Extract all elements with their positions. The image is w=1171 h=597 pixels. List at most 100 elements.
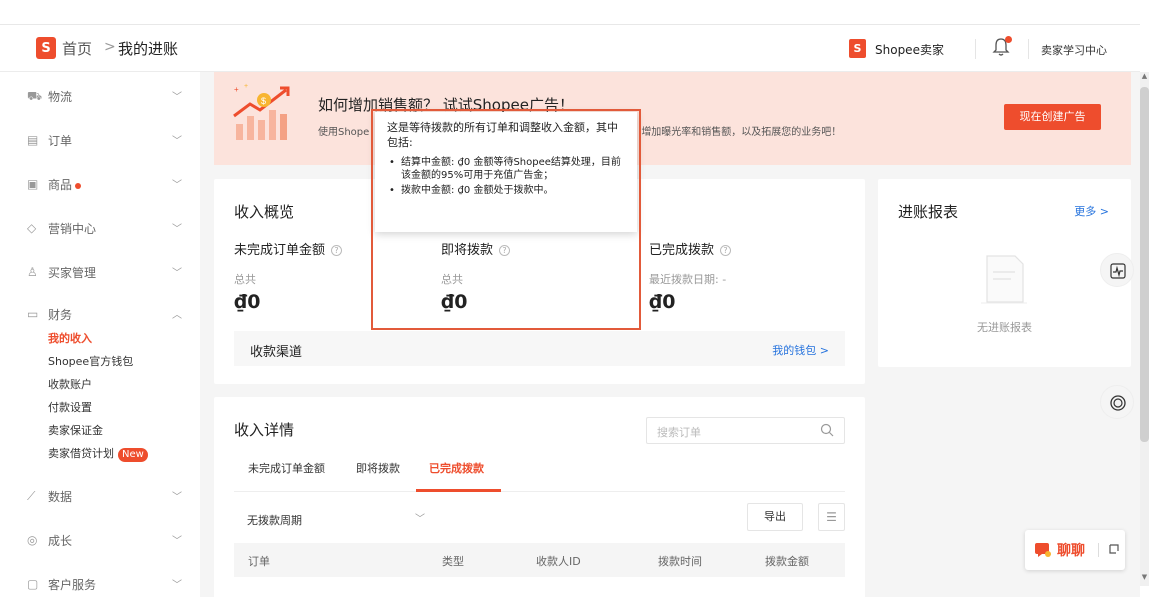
chevron-down-icon: ﹀: [172, 224, 182, 235]
sidebar-item-label: 客户服务: [48, 578, 97, 592]
sidebar-item-label: 数据: [48, 490, 73, 504]
sidebar-item-label: 营销中心: [48, 222, 97, 236]
notification-dot: [1005, 36, 1012, 43]
details-tabs: 未完成订单金额 即将拨款 已完成拨款: [234, 452, 845, 492]
pulse-icon: [1110, 263, 1126, 279]
col-payout-time: 拨款时间: [658, 555, 702, 568]
search-input[interactable]: 搜索订单: [646, 417, 845, 444]
export-button[interactable]: 导出: [747, 503, 803, 531]
box-icon: ▣: [27, 177, 39, 191]
chevron-down-icon: ﹀: [172, 92, 182, 103]
column-title: 已完成拨款: [649, 243, 715, 258]
create-ad-button[interactable]: 现在创建广告: [1004, 104, 1101, 130]
overview-title: 收入概览: [234, 203, 295, 221]
sidebar-item-customer-service[interactable]: ▢ 客户服务 ﹀: [0, 570, 200, 597]
scroll-down-arrow[interactable]: ▼: [1140, 573, 1149, 587]
medal-icon: ◎: [27, 533, 38, 547]
sidebar-item-logistics[interactable]: ⛟ 物流 ﹀: [0, 82, 200, 110]
seller-label[interactable]: Shopee卖家: [875, 41, 944, 58]
sidebar-sub-shopee-wallet[interactable]: Shopee官方钱包: [48, 353, 133, 369]
search-icon[interactable]: [820, 423, 834, 437]
sidebar-item-products[interactable]: ▣ 商品 ﹀: [0, 170, 200, 198]
activity-widget-button[interactable]: [1100, 253, 1134, 287]
sidebar-item-marketing[interactable]: ◇ 营销中心 ﹀: [0, 214, 200, 242]
sidebar-sub-seller-deposit[interactable]: 卖家保证金: [48, 422, 103, 438]
growth-chart-icon: $ + +: [233, 83, 290, 140]
breadcrumb-home[interactable]: 首页: [62, 38, 92, 59]
overview-column-completed: 已完成拨款? 最近拨款日期: - ₫0: [649, 239, 849, 313]
col-order: 订单: [248, 555, 270, 568]
empty-document-icon: [981, 255, 1027, 304]
sidebar-item-label: 商品: [48, 176, 82, 193]
tab-completed[interactable]: 已完成拨款: [429, 460, 484, 476]
sidebar-sub-bank-account[interactable]: 收款账户: [48, 376, 92, 392]
shopee-logo[interactable]: S: [36, 37, 56, 59]
ads-banner: $ + + 如何增加销售额？ 试试Shopee广告！ 使用Shope 增加曝光率和…: [214, 72, 1131, 165]
sidebar-item-label: 成长: [48, 534, 73, 548]
search-placeholder: 搜索订单: [657, 426, 701, 439]
sidebar-sub-payment-settings[interactable]: 付款设置: [48, 399, 92, 415]
chevron-down-icon: ﹀: [172, 492, 182, 503]
sidebar-item-label: 物流: [48, 90, 73, 104]
user-icon: ♙: [27, 265, 38, 279]
seller-logo-icon[interactable]: S: [849, 39, 866, 58]
chevron-down-icon: ﹀: [415, 514, 425, 525]
sidebar-item-growth[interactable]: ◎ 成长 ﹀: [0, 526, 200, 554]
svg-text:+: +: [244, 83, 248, 90]
sidebar-item-data[interactable]: ⟋ 数据 ﹀: [0, 482, 200, 510]
expand-icon[interactable]: [1107, 541, 1121, 557]
tag-icon: ◇: [27, 221, 37, 235]
chat-widget[interactable]: 聊聊: [1025, 530, 1125, 570]
details-title: 收入详情: [234, 421, 295, 439]
scroll-up-arrow[interactable]: ▲: [1140, 72, 1149, 86]
chevron-down-icon: ﹀: [172, 536, 182, 547]
column-amount: ₫0: [234, 291, 261, 313]
service-icon: ▢: [27, 577, 39, 591]
chat-label: 聊聊: [1057, 543, 1085, 559]
chart-icon: ⟋: [27, 489, 36, 503]
income-report-card: 进账报表 更多 > 无进账报表: [878, 179, 1131, 367]
period-select[interactable]: 无拨款周期 ﹀: [234, 504, 434, 530]
help-icon[interactable]: ?: [720, 245, 732, 256]
tab-pending-orders[interactable]: 未完成订单金额: [248, 460, 325, 476]
col-payee-id: 收款人ID: [536, 555, 581, 568]
new-badge: New: [118, 448, 148, 462]
sidebar-sub-seller-loan[interactable]: 卖家借贷计划 New: [48, 445, 148, 462]
sidebar-sub-my-income[interactable]: 我的收入: [48, 330, 92, 346]
help-icon[interactable]: ?: [331, 245, 343, 256]
income-details-card: 收入详情 搜索订单 未完成订单金额 即将拨款 已完成拨款 无拨款周期 ﹀ 导出 …: [214, 397, 865, 597]
my-wallet-link[interactable]: 我的钱包 >: [772, 342, 829, 358]
chevron-down-icon: ﹀: [172, 580, 182, 591]
table-header: 订单 类型 收款人ID 拨款时间 拨款金额: [234, 543, 845, 577]
main-content: $ + + 如何增加销售额？ 试试Shopee广告！ 使用Shope 增加曝光率和…: [200, 72, 1140, 597]
wallet-icon: ▭: [27, 307, 39, 321]
column-subtitle: 总共: [234, 273, 256, 286]
column-amount: ₫0: [649, 291, 676, 313]
header-divider: [975, 39, 976, 59]
sidebar-item-orders[interactable]: ▤ 订单 ﹀: [0, 126, 200, 154]
col-payout-amount: 拨款金额: [765, 555, 809, 568]
chevron-down-icon: ﹀: [172, 136, 182, 147]
svg-text:+: +: [234, 85, 239, 94]
sidebar-item-label: 财务: [48, 308, 73, 322]
red-dot-badge: [75, 182, 82, 189]
period-value: 无拨款周期: [247, 514, 302, 527]
report-empty-text: 无进账报表: [977, 321, 1032, 334]
scrollbar-thumb[interactable]: [1140, 87, 1149, 442]
breadcrumb-current: 我的进账: [118, 40, 179, 58]
learning-center-link[interactable]: 卖家学习中心: [1041, 42, 1107, 58]
report-more-link[interactable]: 更多 >: [1074, 203, 1109, 219]
headset-icon: [1110, 395, 1126, 411]
sidebar-item-finance[interactable]: ▭ 财务 ︿: [0, 300, 200, 328]
column-title: 未完成订单金额: [234, 243, 326, 258]
sidebar-item-label: 订单: [48, 134, 73, 148]
chat-icon: [1035, 543, 1051, 557]
tab-upcoming[interactable]: 即将拨款: [356, 460, 400, 476]
chat-divider: [1098, 543, 1099, 557]
sidebar-item-label: 买家管理: [48, 266, 97, 280]
support-widget-button[interactable]: [1100, 385, 1134, 419]
header-divider: [1028, 39, 1029, 59]
list-menu-icon[interactable]: ☰: [818, 503, 845, 531]
sidebar-item-buyers[interactable]: ♙ 买家管理 ﹀: [0, 258, 200, 286]
chevron-up-icon: ︿: [172, 310, 182, 321]
